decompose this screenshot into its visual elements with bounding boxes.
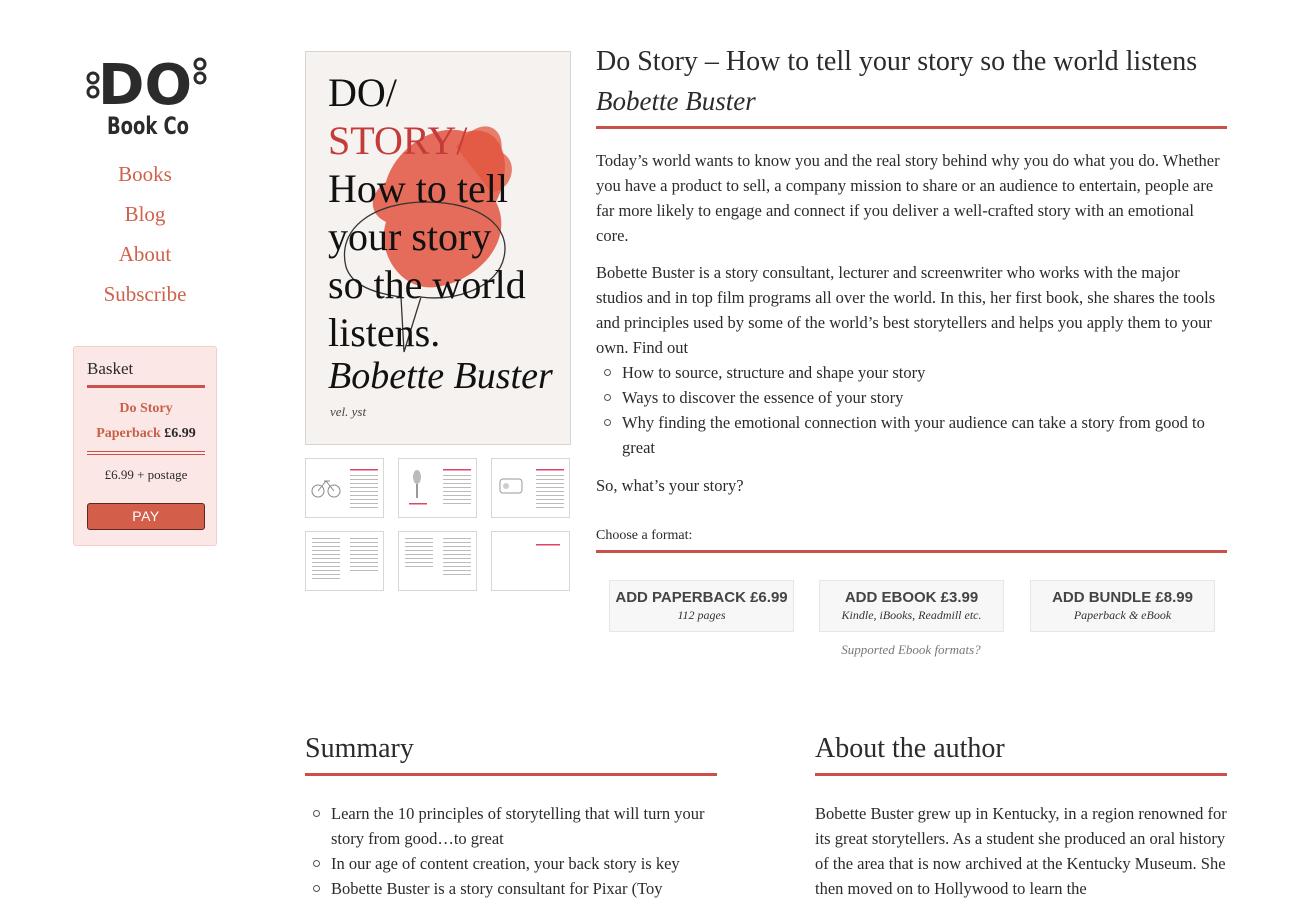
add-bundle-button[interactable]: ADD BUNDLE £8.99 Paperback & eBook — [1030, 580, 1215, 632]
basket-item-link[interactable]: Do Story — [119, 401, 172, 416]
summary-divider — [305, 773, 717, 776]
description-paragraph-1: Today’s world wants to know you and the … — [596, 151, 1220, 245]
logo-text-do: DO — [98, 53, 192, 118]
basket-title: Basket — [87, 359, 134, 378]
list-item: Why finding the emotional connection wit… — [596, 410, 1228, 460]
summary-list: Learn the 10 principles of storytelling … — [305, 801, 725, 901]
add-bundle-label: ADD BUNDLE £8.99 — [1052, 589, 1193, 606]
add-bundle-sub: Paperback & eBook — [1073, 608, 1172, 622]
description-paragraph-2: Bobette Buster is a story consultant, le… — [596, 263, 1216, 357]
cover-line-1: DO/ — [328, 70, 397, 115]
add-paperback-label: ADD PAPERBACK £6.99 — [615, 589, 788, 606]
description-closing: So, what’s your story? — [596, 476, 744, 495]
add-paperback-sub: 112 pages — [677, 608, 726, 622]
title-divider — [596, 126, 1227, 129]
summary-heading: Summary — [305, 733, 414, 764]
add-ebook-button[interactable]: ADD EBOOK £3.99 Kindle, iBooks, Readmill… — [819, 580, 1004, 632]
format-divider — [596, 550, 1227, 553]
description-bullet-list: How to source, structure and shape your … — [596, 360, 1228, 460]
nav-subscribe-link[interactable]: Subscribe — [70, 282, 220, 307]
about-author-heading: About the author — [815, 733, 1005, 764]
basket-item-price: £6.99 — [164, 426, 196, 441]
thumbnail-page-radio[interactable] — [491, 458, 570, 518]
book-cover-image[interactable]: DO/ STORY/ How to tell your story so the… — [305, 51, 571, 445]
about-author-divider — [815, 773, 1227, 776]
cover-line-6: listens. — [328, 310, 441, 355]
basket-divider — [87, 451, 205, 452]
choose-format-label: Choose a format: — [596, 528, 693, 543]
basket-divider — [87, 385, 205, 388]
basket-item-line: Paperback £6.99 — [74, 422, 218, 446]
basket-total: £6.99 + postage — [104, 467, 188, 482]
nav-books-link[interactable]: Books — [70, 162, 220, 187]
list-item: How to source, structure and shape your … — [596, 360, 1228, 385]
nav-blog-link[interactable]: Blog — [70, 202, 220, 227]
thumbnail-page-bicycle[interactable] — [305, 458, 384, 518]
thumbnail-page-text-2[interactable] — [398, 531, 477, 591]
logo-text-book-co: Book Co — [107, 112, 189, 138]
cover-signature: vel. yst — [330, 404, 367, 419]
list-item: Bobette Buster is a story consultant for… — [305, 876, 725, 901]
basket-divider — [87, 454, 205, 455]
thumbnail-page-text-1[interactable] — [305, 531, 384, 591]
basket-item-name: Do Story — [74, 397, 218, 421]
nav-about-link[interactable]: About — [70, 242, 220, 267]
do-book-co-logo[interactable]: DO Book Co — [86, 52, 208, 140]
basket-item-format[interactable]: Paperback — [96, 426, 161, 441]
book-title: Do Story – How to tell your story so the… — [596, 46, 1198, 77]
cover-line-3: How to tell — [328, 166, 508, 211]
thumbnail-page-heading[interactable] — [491, 531, 570, 591]
basket-panel: Basket Do Story Paperback £6.99 £6.99 + … — [73, 346, 217, 546]
list-item: Ways to discover the essence of your sto… — [596, 385, 1228, 410]
add-paperback-button[interactable]: ADD PAPERBACK £6.99 112 pages — [609, 580, 794, 632]
add-ebook-sub: Kindle, iBooks, Readmill etc. — [841, 608, 982, 622]
about-author-text: Bobette Buster grew up in Kentucky, in a… — [815, 804, 1227, 898]
cover-line-5: so the world — [328, 262, 526, 307]
cover-line-2: STORY/ — [328, 118, 468, 163]
cover-line-4: your story — [328, 214, 492, 259]
list-item: Learn the 10 principles of storytelling … — [305, 801, 725, 851]
list-item: In our age of content creation, your bac… — [305, 851, 725, 876]
book-author: Bobette Buster — [596, 86, 756, 116]
add-ebook-label: ADD EBOOK £3.99 — [844, 589, 979, 606]
cover-author: Bobette Buster — [328, 355, 553, 397]
pay-button[interactable]: PAY — [87, 503, 205, 530]
thumbnail-page-microphone[interactable] — [398, 458, 477, 518]
supported-ebook-formats-link[interactable]: Supported Ebook formats? — [596, 642, 1226, 658]
